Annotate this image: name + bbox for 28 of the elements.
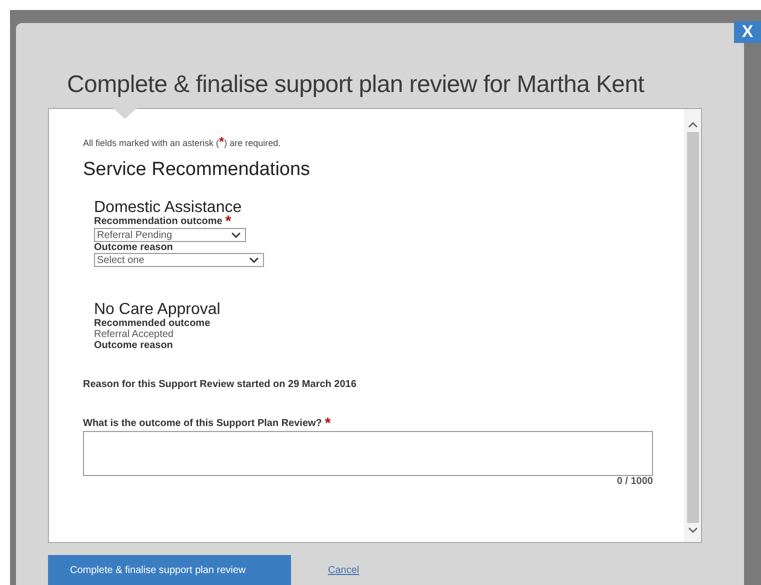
required-mark: *	[324, 418, 331, 430]
dropdown-field[interactable]: Select one	[94, 253, 264, 267]
scroll-thumb[interactable]	[686, 132, 698, 523]
scroll-up-icon[interactable]	[688, 121, 698, 128]
service-name: No Care Approval	[94, 301, 222, 318]
field-label: Recommendation outcome	[94, 216, 222, 227]
field-label: Outcome reason	[94, 242, 173, 253]
field-label: Recommended outcome	[94, 318, 210, 329]
pointer-icon	[113, 108, 137, 119]
field-label: Outcome reason	[94, 340, 173, 351]
chevron-down-icon	[231, 232, 241, 238]
reason-text: Reason for this Support Review started on 29 March 2016	[83, 379, 358, 390]
close-button[interactable]: X	[734, 21, 761, 43]
dialog-title: Complete & finalise support plan review for Martha Kent	[67, 71, 646, 99]
section-heading: Service Recommendations	[83, 159, 312, 181]
outcome-text-area[interactable]	[83, 431, 653, 476]
field-value: Referral Accepted	[94, 329, 174, 340]
required-note: All fields marked with an asterisk (*) are required.	[83, 134, 282, 149]
scrollbar[interactable]	[684, 109, 701, 542]
required-mark: *	[225, 216, 232, 228]
service-name: Domestic Assistance	[94, 199, 243, 216]
chevron-down-icon	[249, 257, 259, 263]
character-counter: 0 / 1000	[616, 476, 653, 487]
scroll-down-icon[interactable]	[688, 527, 698, 534]
cancel-link[interactable]: Cancel	[328, 565, 360, 576]
dropdown-field[interactable]: Referral Pending	[94, 228, 246, 242]
complete-button[interactable]: Complete & finalise support plan review	[48, 555, 291, 585]
question-label: What is the outcome of this Support Plan Review?	[83, 418, 322, 429]
